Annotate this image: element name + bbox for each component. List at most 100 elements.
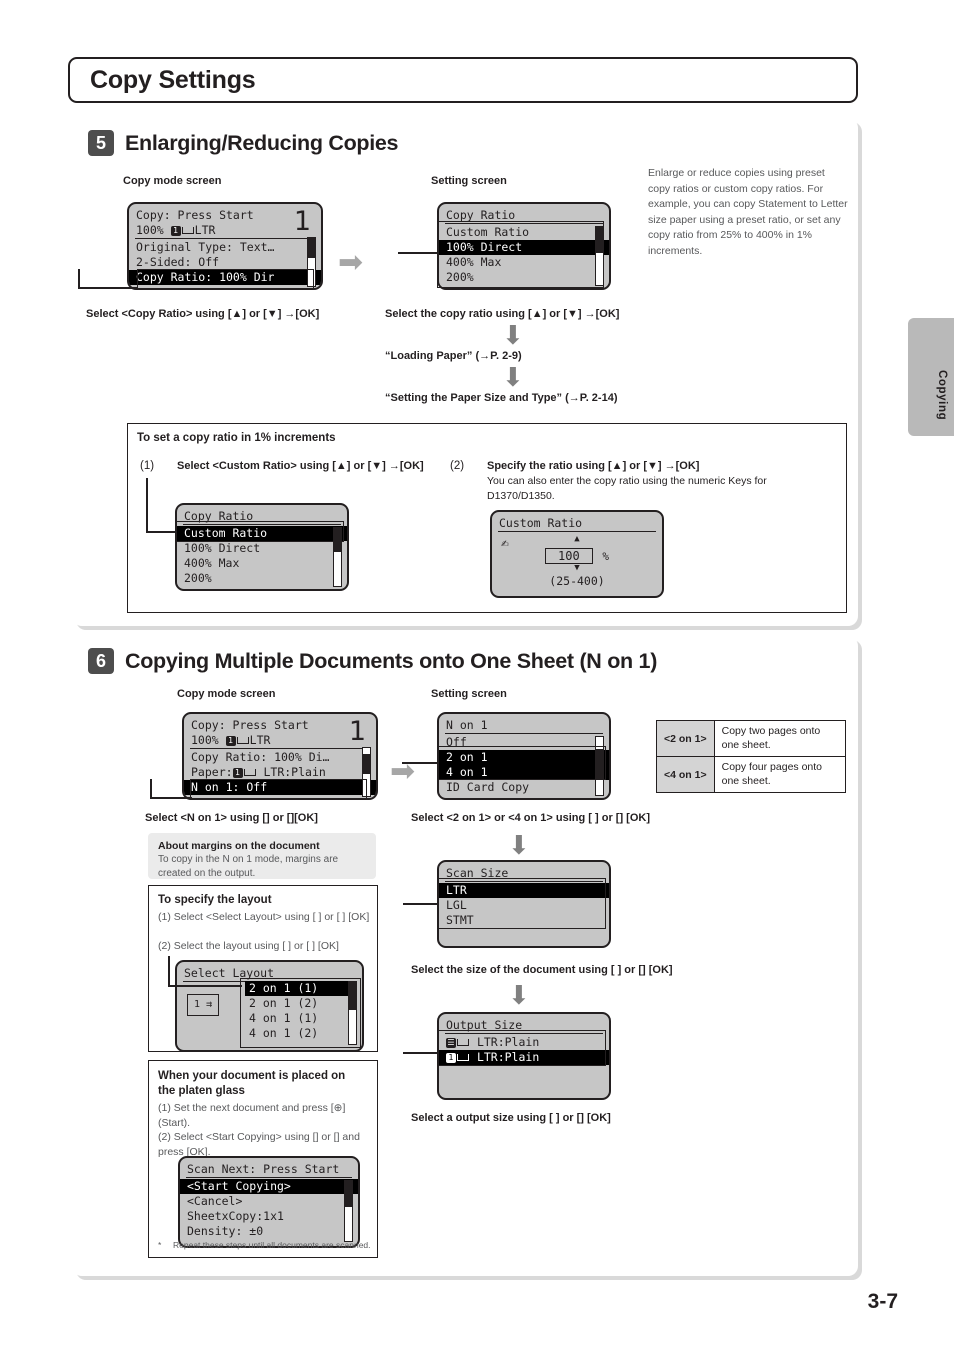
n-on-1-highlight-callout bbox=[437, 746, 606, 780]
lcd-copy-count: 1 bbox=[293, 206, 311, 237]
section6-caption-left: Copy mode screen bbox=[177, 688, 276, 700]
custom-ratio-range: (25-400) bbox=[549, 574, 605, 588]
lcd-item-3: 200% bbox=[184, 571, 212, 585]
margins-note: About margins on the document To copy in… bbox=[148, 833, 376, 879]
platen-footnote-mark: * bbox=[158, 1240, 162, 1250]
table-key: <2 on 1> bbox=[656, 720, 715, 757]
flow-arrow-down: ⬇ bbox=[502, 362, 524, 392]
section6-header: 6 Copying Multiple Documents onto One Sh… bbox=[88, 648, 657, 674]
flow-arrow-right: ➡ bbox=[338, 246, 364, 279]
lcd-item-0-selected: <Start Copying> bbox=[180, 1179, 358, 1194]
table-row: <2 on 1> Copy two pages onto one sheet. bbox=[656, 720, 847, 757]
section5-highlight-callout bbox=[137, 269, 314, 290]
page-title: Copy Settings bbox=[90, 65, 256, 94]
output-size-step: Select a output size using [ ] or [] [OK… bbox=[411, 1112, 611, 1124]
increments-step2-line1: Specify the ratio using [▲] or [▼] →[OK] bbox=[487, 460, 700, 472]
scan-size-step: Select the size of the document using [ … bbox=[411, 964, 673, 976]
lcd-item-2: 400% Max bbox=[184, 556, 240, 570]
n-on-1-description-table: <2 on 1> Copy two pages onto one sheet. … bbox=[656, 720, 847, 793]
up-arrow-icon: ▲ bbox=[574, 534, 580, 544]
table-value: Copy two pages onto one sheet. bbox=[713, 720, 847, 757]
leader-line bbox=[398, 252, 438, 254]
lcd-copy-count: 1 bbox=[348, 716, 366, 747]
layout-preview-icon: 1 ⇉ bbox=[187, 994, 219, 1016]
section6-heading: Copying Multiple Documents onto One Shee… bbox=[125, 648, 658, 673]
layout-box-title: To specify the layout bbox=[158, 894, 272, 906]
lcd-line-1: Copy: Press Start bbox=[136, 208, 254, 222]
section5-flow-1: “Loading Paper” (→P. 2-9) bbox=[385, 350, 522, 362]
table-row: <4 on 1> Copy four pages onto one sheet. bbox=[656, 756, 847, 793]
leader-line bbox=[402, 762, 438, 764]
leader-line bbox=[78, 269, 80, 288]
down-arrow-icon: ▼ bbox=[574, 563, 580, 573]
scan-size-callout bbox=[437, 878, 606, 929]
margins-note-body: To copy in the N on 1 mode, margins are … bbox=[158, 854, 339, 879]
flow-arrow-down: ⬇ bbox=[508, 980, 530, 1010]
tray-icon bbox=[181, 227, 194, 234]
section5-step-right: Select the copy ratio using [▲] or [▼] →… bbox=[385, 308, 620, 320]
lcd-line-2: 100% 1 LTR bbox=[191, 733, 271, 747]
custom-ratio-value: 100 bbox=[545, 548, 593, 564]
section5-caption-left: Copy mode screen bbox=[123, 175, 222, 187]
increments-highlight-callout bbox=[175, 521, 344, 542]
tray-icon bbox=[243, 769, 256, 776]
lcd-line-3: Copy Ratio: 100% Di… bbox=[191, 750, 330, 764]
lcd-line-4: 2-Sided: Off bbox=[136, 255, 220, 269]
paper-source-icon: 1 bbox=[232, 767, 243, 778]
increments-step2-number: (2) bbox=[450, 460, 465, 472]
page-title-bar: Copy Settings bbox=[68, 57, 858, 103]
custom-ratio-unit: % bbox=[602, 550, 609, 563]
platen-box-line1: (1) Set the next document and press [⊕] … bbox=[158, 1102, 346, 1129]
increments-copy-ratio-screen: Copy Ratio Custom Ratio 100% Direct 400%… bbox=[175, 503, 349, 591]
table-value: Copy four pages onto one sheet. bbox=[713, 756, 847, 793]
custom-ratio-value-row: 100 % bbox=[492, 545, 662, 564]
layout-box-line2: (2) Select the layout using [ ] or [ ] [… bbox=[158, 940, 339, 952]
section5-setting-callout bbox=[437, 221, 604, 288]
lcd-line-2: 100% 1 LTR bbox=[136, 223, 216, 237]
select-layout-callout bbox=[240, 978, 361, 1048]
section5-flow-2: “Setting the Paper Size and Type” (→P. 2… bbox=[385, 392, 618, 404]
platen-box-line2: (2) Select <Start Copying> using [] or [… bbox=[158, 1131, 360, 1158]
lcd-item-3: ID Card Copy bbox=[446, 780, 530, 794]
leader-line bbox=[168, 956, 170, 986]
custom-ratio-screen: Custom Ratio ✍ ▲ 100 % ▼ (25-400) bbox=[490, 510, 664, 598]
lcd-line-4: Paper: 1 LTR:Plain bbox=[191, 765, 326, 779]
leader-line bbox=[403, 1052, 438, 1054]
increments-step1-text: Select <Custom Ratio> using [▲] or [▼] →… bbox=[177, 460, 424, 472]
margins-note-title: About margins on the document bbox=[158, 840, 320, 852]
section5-heading: Enlarging/Reducing Copies bbox=[125, 130, 399, 155]
paper-source-icon: 1 bbox=[170, 225, 181, 236]
scan-next-screen: Scan Next: Press Start <Start Copying> <… bbox=[178, 1156, 360, 1248]
output-size-callout bbox=[437, 1030, 606, 1066]
leader-line bbox=[403, 903, 438, 905]
lcd-line-1: Copy: Press Start bbox=[191, 718, 309, 732]
section5-caption-right: Setting screen bbox=[431, 175, 507, 187]
increments-step1-number: (1) bbox=[140, 460, 155, 472]
leader-line bbox=[78, 287, 138, 289]
lcd-title: Scan Next: Press Start bbox=[187, 1162, 340, 1176]
platen-footnote: Repeat these steps until all documents a… bbox=[173, 1240, 371, 1250]
leader-line bbox=[146, 478, 148, 532]
leader-line bbox=[168, 985, 242, 987]
lcd-item-1: <Cancel> bbox=[187, 1194, 243, 1208]
section5-number: 5 bbox=[88, 130, 114, 156]
section6-step-right: Select <2 on 1> or <4 on 1> using [ ] or… bbox=[411, 812, 650, 824]
increments-box-title: To set a copy ratio in 1% increments bbox=[137, 432, 336, 444]
tray-icon bbox=[236, 737, 249, 744]
paper-source-icon: 1 bbox=[225, 735, 236, 746]
layout-box-line1: (1) Select <Select Layout> using [ ] or … bbox=[158, 911, 370, 923]
section6-caption-right: Setting screen bbox=[431, 688, 507, 700]
page-number: 3-7 bbox=[867, 1290, 898, 1313]
platen-box-title: When your document is placed on the plat… bbox=[158, 1070, 346, 1097]
leader-line bbox=[150, 797, 192, 799]
manual-page: Copying Copy Settings 5 Enlarging/Reduci… bbox=[0, 0, 954, 1350]
section5-step-left: Select <Copy Ratio> using [▲] or [▼] →[O… bbox=[86, 308, 320, 320]
section6-highlight-callout bbox=[190, 779, 367, 800]
section5-note: Enlarge or reduce copies using preset co… bbox=[648, 167, 848, 257]
leader-line bbox=[150, 779, 152, 798]
section6-number: 6 bbox=[88, 648, 114, 674]
lcd-item-2: SheetxCopy:1x1 bbox=[187, 1209, 284, 1223]
lcd-line-3: Original Type: Text… bbox=[136, 240, 275, 254]
flow-arrow-down: ⬇ bbox=[502, 320, 524, 350]
lcd-item-1: 100% Direct bbox=[184, 541, 261, 555]
